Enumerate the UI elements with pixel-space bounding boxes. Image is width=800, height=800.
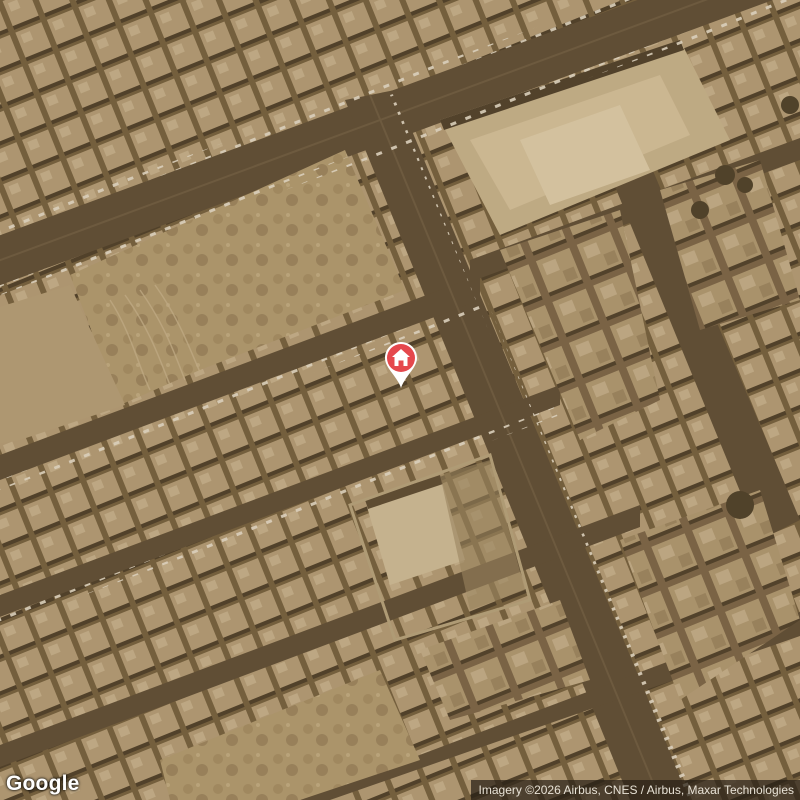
location-pin[interactable] — [383, 340, 419, 390]
satellite-imagery — [0, 0, 800, 800]
imagery-attribution: Imagery ©2026 Airbus, CNES / Airbus, Max… — [470, 780, 800, 800]
google-logo[interactable]: Google — [6, 772, 80, 796]
satellite-map[interactable]: Google Imagery ©2026 Airbus, CNES / Airb… — [0, 0, 800, 800]
